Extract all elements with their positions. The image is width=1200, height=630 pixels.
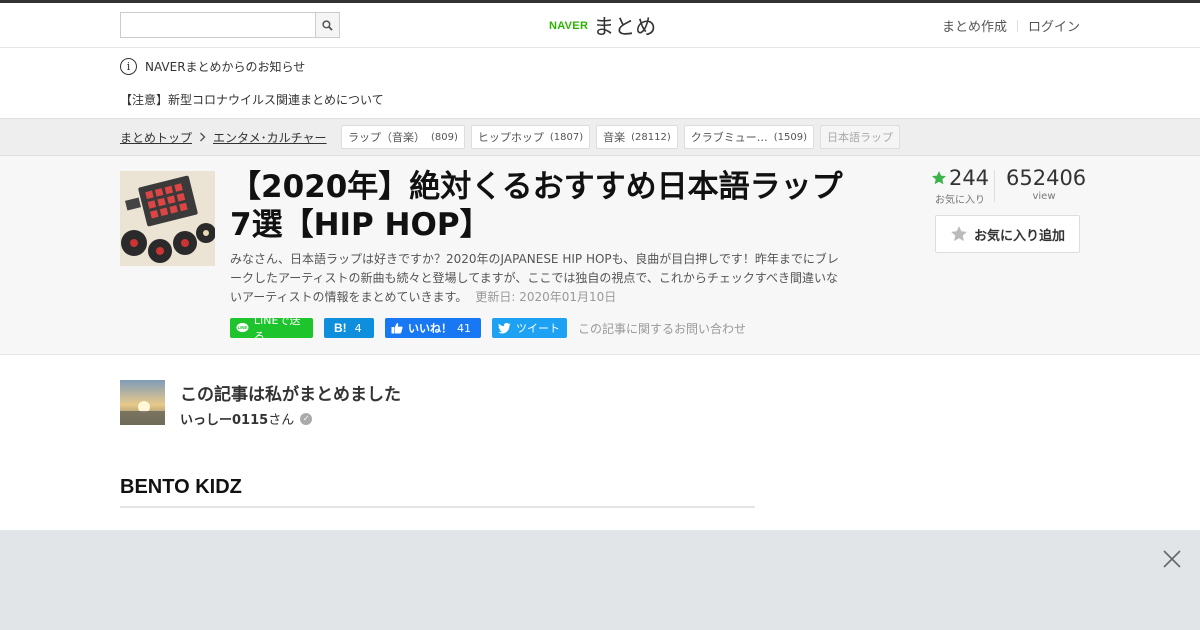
tag-count: (809) <box>431 131 458 143</box>
article-header: 【2020年】絶対くるおすすめ日本語ラップ7選【HIP HOP】 みなさん、日本… <box>0 156 1200 355</box>
views-label: view <box>1032 191 1056 202</box>
favorites-count: 244 <box>948 166 990 190</box>
svg-text:LINE: LINE <box>238 325 248 330</box>
section-heading: BENTO KIDZ <box>120 476 755 508</box>
tag-item[interactable]: クラブミュー… (1509) <box>683 125 815 149</box>
add-favorite-button[interactable]: お気に入り追加 <box>935 215 1080 253</box>
breadcrumb-category[interactable]: エンタメ･カルチャー <box>213 129 327 146</box>
facebook-like-button[interactable]: いいね！ 41 <box>385 318 481 338</box>
article-description: みなさん、日本語ラップは好きですか？2020年のJAPANESE HIP HOP… <box>230 250 850 307</box>
breadcrumb-top[interactable]: まとめトップ <box>120 129 192 146</box>
line-icon: LINE <box>236 322 249 333</box>
notice-heading-text: NAVERまとめからのお知らせ <box>145 60 306 74</box>
search-input[interactable] <box>120 12 315 38</box>
breadcrumb-bar: まとめトップ エンタメ･カルチャー ラップ（音楽） (809) ヒップホップ (18… <box>0 118 1200 156</box>
add-favorite-label: お気に入り追加 <box>973 228 1065 244</box>
stats-divider <box>994 170 995 202</box>
notice-area: i NAVERまとめからのお知らせ 【注意】新型コロナウイルス関連まとめについて <box>0 48 1200 118</box>
tag-label: 音楽 <box>603 131 626 144</box>
notice-link[interactable]: 【注意】新型コロナウイルス関連まとめについて <box>120 91 384 108</box>
author-block: この記事は私がまとめました いっしー0115さん ✓ <box>120 380 820 428</box>
verified-check-icon: ✓ <box>300 412 313 425</box>
ad-banner-area <box>0 530 1200 630</box>
tag-item[interactable]: 音楽 (28112) <box>596 125 678 149</box>
logo-service: まとめ <box>593 15 657 39</box>
favorites-count-row: 244 <box>924 166 996 190</box>
search-icon <box>322 19 333 31</box>
turntable-image-icon <box>120 171 215 266</box>
author-heading: この記事は私がまとめました <box>180 385 401 405</box>
close-ad-button[interactable] <box>1161 548 1183 570</box>
tag-label: クラブミュー… <box>690 131 768 144</box>
favorites-stat: 244 お気に入り <box>924 166 996 206</box>
tag-count: (1509) <box>773 131 808 143</box>
favorites-label: お気に入り <box>935 195 985 206</box>
logo-brand: NAVER <box>549 20 589 32</box>
article-title: 【2020年】絶対くるおすすめ日本語ラップ7選【HIP HOP】 <box>230 169 843 243</box>
tag-label: 日本語ラップ <box>827 131 894 144</box>
author-suffix: さん <box>268 413 295 428</box>
social-share-bar: LINE LINEで送る B! 4 いいね！ 41 ツイート この記事に関するお… <box>230 314 746 343</box>
search-button[interactable] <box>315 12 340 38</box>
search-form <box>120 12 340 38</box>
facebook-like-label: いいね！ <box>408 322 452 335</box>
link-divider <box>1016 19 1018 32</box>
tag-list: ラップ（音楽） (809) ヒップホップ (1807) 音楽 (28112) クラブミ… <box>341 125 901 149</box>
hatena-bookmark-button[interactable]: B! 4 <box>324 318 374 338</box>
tag-item[interactable]: ラップ（音楽） (809) <box>341 125 465 149</box>
views-stat: 652406 view <box>1006 166 1087 202</box>
top-header: NAVER まとめ まとめ作成 ログイン <box>0 0 1200 48</box>
star-icon <box>931 171 946 185</box>
sunset-avatar-icon <box>120 380 165 425</box>
tag-count: (1807) <box>549 131 584 143</box>
close-icon <box>1163 550 1181 568</box>
updated-date: 更新日: 2020年01月10日 <box>475 290 617 304</box>
author-name[interactable]: いっしー0115 <box>180 413 268 428</box>
info-icon: i <box>120 58 137 75</box>
views-count: 652406 <box>1006 166 1087 190</box>
login-link[interactable]: ログイン <box>1028 16 1080 35</box>
thumbs-up-icon <box>391 323 403 334</box>
facebook-like-count: 41 <box>457 321 471 335</box>
chevron-right-icon <box>199 131 206 145</box>
header-links: まとめ作成 ログイン <box>942 16 1080 35</box>
tweet-label: ツイート <box>516 322 560 335</box>
hatena-count: 4 <box>354 321 362 335</box>
notice-heading: i NAVERまとめからのお知らせ <box>120 58 305 75</box>
breadcrumb: まとめトップ エンタメ･カルチャー <box>120 129 327 146</box>
star-outline-icon <box>951 226 967 242</box>
tag-item-current[interactable]: 日本語ラップ <box>820 125 901 149</box>
article-thumbnail[interactable] <box>120 171 215 266</box>
tag-count: (28112) <box>631 131 671 143</box>
author-name-row: いっしー0115さん ✓ <box>180 409 313 428</box>
tag-item[interactable]: ヒップホップ (1807) <box>470 125 591 149</box>
site-logo[interactable]: NAVER まとめ <box>549 11 656 41</box>
tweet-button[interactable]: ツイート <box>492 318 567 338</box>
create-matome-link[interactable]: まとめ作成 <box>942 16 1007 35</box>
line-share-button[interactable]: LINE LINEで送る <box>230 314 313 343</box>
article-stats: 244 お気に入り 652406 view <box>910 166 1087 206</box>
contact-link[interactable]: この記事に関するお問い合わせ <box>578 320 746 337</box>
line-share-label: LINEで送る <box>253 314 301 343</box>
tag-label: ヒップホップ <box>477 131 544 144</box>
avatar[interactable] <box>120 380 165 425</box>
hatena-icon: B! <box>334 321 347 335</box>
twitter-bird-icon <box>498 322 511 333</box>
tag-label: ラップ（音楽） <box>348 131 425 144</box>
